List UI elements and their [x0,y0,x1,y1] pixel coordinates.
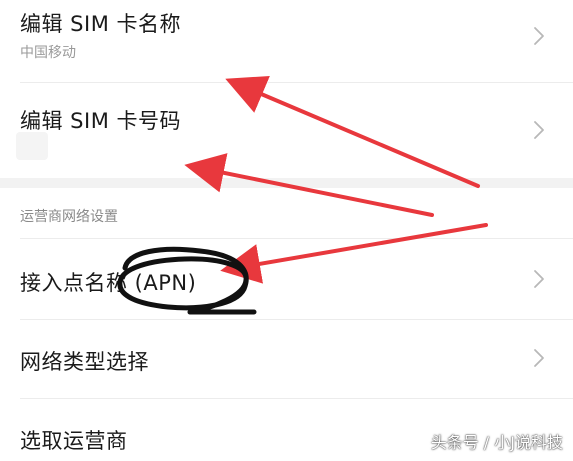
network-type-item[interactable]: 网络类型选择 [0,320,573,398]
chevron-right-icon [534,270,544,288]
edit-sim-number-item[interactable]: 编辑 SIM 卡号码 [0,83,573,178]
sim-settings-screen: 编辑 SIM 卡名称 中国移动 编辑 SIM 卡号码 运营商网络设置 接入点名称… [0,0,573,461]
watermark-text: 头条号 / 小J说科技 [430,433,563,452]
section-header: 运营商网络设置 [20,209,118,225]
chevron-right-icon [534,27,544,45]
carrier-name-label: 中国移动 [20,45,76,61]
section-separator [0,178,573,188]
apn-label: 接入点名称 (APN) [20,271,197,295]
edit-sim-name-item[interactable]: 编辑 SIM 卡名称 中国移动 [0,0,573,82]
chevron-right-icon [534,349,544,367]
edit-sim-name-label: 编辑 SIM 卡名称 [20,12,181,36]
select-carrier-label: 选取运营商 [20,429,128,453]
redacted-number-smudge [16,132,48,160]
chevron-right-icon [534,121,544,139]
apn-item[interactable]: 接入点名称 (APN) [0,239,573,319]
edit-sim-number-label: 编辑 SIM 卡号码 [20,109,181,133]
network-type-label: 网络类型选择 [20,350,149,374]
